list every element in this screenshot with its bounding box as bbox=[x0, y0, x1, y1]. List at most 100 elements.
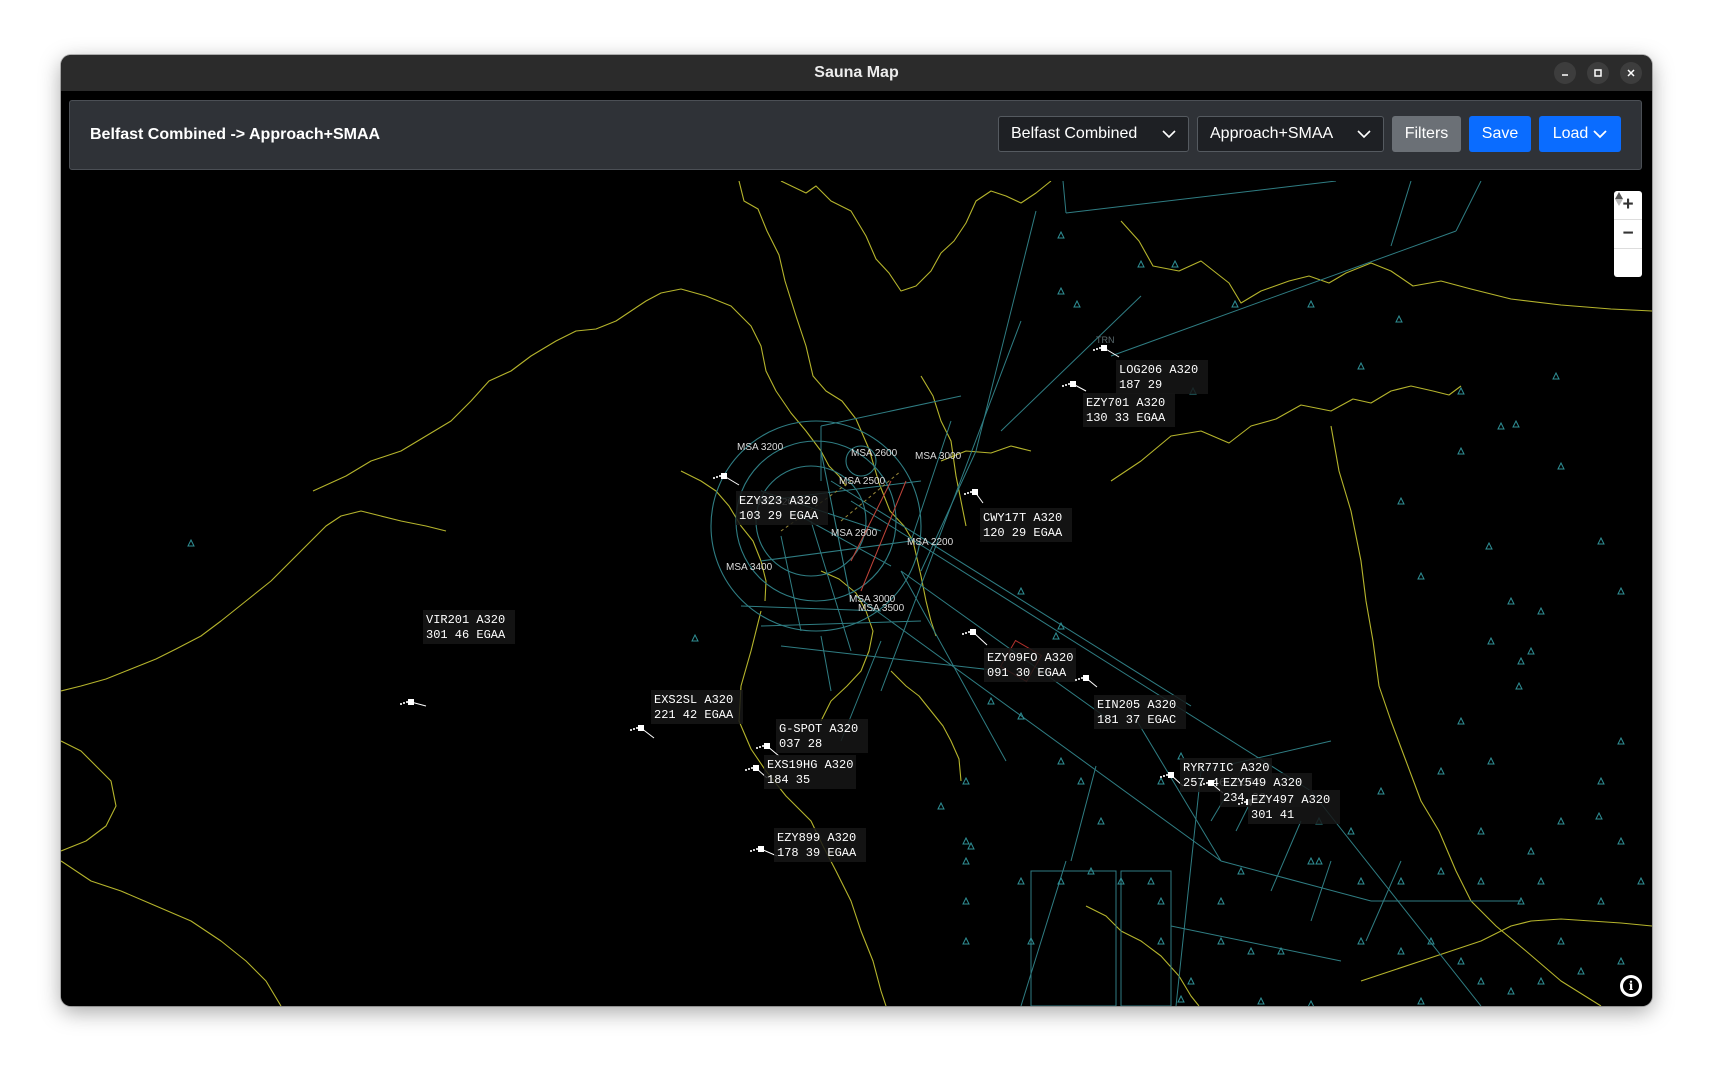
airway bbox=[900, 570, 1112, 722]
history-dot bbox=[1062, 385, 1064, 387]
msa-label: MSA 2800 bbox=[831, 528, 878, 539]
aircraft-data: 184 35 bbox=[767, 773, 810, 787]
aircraft-ezy497[interactable]: EZY497 A320301 41 bbox=[1238, 790, 1340, 824]
aircraft-exs2sl[interactable]: EXS2SL A320221 42 EGAA bbox=[630, 690, 743, 739]
sector-select[interactable]: Belfast Combined bbox=[998, 116, 1189, 152]
aircraft-ezy09fo[interactable]: EZY09FO A320091 30 EGAA bbox=[962, 629, 1076, 682]
airway bbox=[1270, 820, 1302, 892]
history-dot bbox=[716, 476, 718, 478]
fix-triangle bbox=[1217, 896, 1225, 905]
aircraft-cwy17t[interactable]: CWY17T A320120 29 EGAA bbox=[964, 489, 1072, 542]
save-button[interactable]: Save bbox=[1469, 116, 1531, 152]
aircraft-ezy899[interactable]: EZY899 A320178 39 EGAA bbox=[750, 828, 866, 862]
profile-select[interactable]: Approach+SMAA bbox=[1197, 116, 1384, 152]
fix-triangle bbox=[1307, 856, 1315, 865]
aircraft-ein205[interactable]: EIN205 A320181 37 EGAC bbox=[1075, 675, 1186, 729]
fix-triangle bbox=[1097, 816, 1105, 825]
sector-select-value: Belfast Combined bbox=[1011, 125, 1138, 142]
fix-triangle bbox=[1507, 596, 1515, 605]
chevron-down-icon bbox=[1162, 129, 1176, 138]
aircraft-g-spot[interactable]: G-SPOT A320037 28 bbox=[756, 719, 868, 757]
fix-triangle bbox=[1637, 876, 1645, 885]
fix-triangle bbox=[1395, 314, 1403, 323]
fix-triangle bbox=[1597, 536, 1605, 545]
filters-button[interactable]: Filters bbox=[1392, 116, 1461, 152]
fix-triangle bbox=[1457, 716, 1465, 725]
fixes bbox=[187, 230, 1645, 1006]
fix-triangle bbox=[1397, 496, 1405, 505]
fix-triangle bbox=[1597, 776, 1605, 785]
radar-map[interactable]: TRN MSA 3200 MSA 2600 MSA 3000 MSA 2500 MSA … bbox=[61, 181, 1652, 1006]
fix-triangle bbox=[962, 856, 970, 865]
fix-triangle bbox=[1457, 956, 1465, 965]
fix-triangle bbox=[962, 776, 970, 785]
history-dot bbox=[965, 632, 967, 634]
maximize-button[interactable] bbox=[1587, 62, 1609, 84]
fix-triangle bbox=[1552, 371, 1560, 380]
load-button-label: Load bbox=[1552, 125, 1589, 142]
aircraft-callsign: EXS19HG A320 bbox=[767, 758, 853, 772]
fix-triangle bbox=[1437, 866, 1445, 875]
fix-triangle bbox=[1485, 541, 1493, 550]
aircraft-callsign: RYR77IC A320 bbox=[1183, 761, 1269, 775]
fix-triangle bbox=[1577, 966, 1585, 975]
history-dot bbox=[1160, 776, 1162, 778]
aircraft-ezy323[interactable]: EZY323 A320103 29 EGAA bbox=[713, 473, 828, 525]
fix-triangle bbox=[1507, 986, 1515, 995]
history-dot bbox=[719, 475, 721, 477]
airway bbox=[1062, 181, 1067, 214]
fix-triangle bbox=[1477, 826, 1485, 835]
history-dot bbox=[759, 746, 761, 748]
history-dot bbox=[753, 849, 755, 851]
reset-bearing-button[interactable] bbox=[1614, 192, 1642, 277]
compass-icon bbox=[1615, 192, 1623, 206]
fix-triangle bbox=[1417, 996, 1425, 1005]
airway bbox=[1070, 765, 1097, 862]
fix-triangle bbox=[1617, 956, 1625, 965]
aircraft-callsign: G-SPOT A320 bbox=[779, 722, 858, 736]
history-dot bbox=[713, 477, 715, 479]
fix-triangle bbox=[1487, 636, 1495, 645]
close-button[interactable] bbox=[1620, 62, 1642, 84]
history-dot bbox=[630, 729, 632, 731]
history-dot bbox=[968, 631, 970, 633]
fix-triangle bbox=[1497, 421, 1505, 430]
coastline-isle-of-man bbox=[1085, 905, 1200, 1006]
history-dot bbox=[748, 768, 750, 770]
aircraft-data: 301 41 bbox=[1251, 808, 1294, 822]
aircraft-callsign: EZY549 A320 bbox=[1223, 776, 1302, 790]
aircraft-data: 181 37 EGAC bbox=[1097, 713, 1176, 727]
minimize-button[interactable] bbox=[1554, 62, 1576, 84]
fix-triangle bbox=[1057, 756, 1065, 765]
fix-triangle bbox=[987, 696, 995, 705]
restricted-area bbox=[1030, 870, 1117, 1006]
history-dot bbox=[636, 727, 638, 729]
fix-triangle bbox=[1377, 786, 1385, 795]
history-dot bbox=[1065, 384, 1067, 386]
coastline-donegal bbox=[61, 510, 447, 692]
toolbar-controls: Belfast Combined Approach+SMAA Filters S… bbox=[998, 116, 1621, 152]
aircraft-log206[interactable]: LOG206 A320187 29 bbox=[1093, 345, 1208, 394]
fix-triangle bbox=[1315, 856, 1323, 865]
aircraft-exs19hg[interactable]: EXS19HG A320184 35 bbox=[745, 755, 856, 789]
msa-label: MSA 2500 bbox=[839, 476, 886, 487]
zoom-out-button[interactable]: − bbox=[1614, 220, 1642, 249]
fix-triangle bbox=[1017, 876, 1025, 885]
history-dot bbox=[1099, 347, 1101, 349]
airway bbox=[1455, 181, 1482, 232]
fix-triangle bbox=[1157, 776, 1165, 785]
airway bbox=[880, 320, 1022, 692]
map-canvas[interactable]: TRN MSA 3200 MSA 2600 MSA 3000 MSA 2500 MSA … bbox=[61, 181, 1652, 1006]
aircraft-callsign: EZY09FO A320 bbox=[987, 651, 1073, 665]
fix-triangle bbox=[1357, 936, 1365, 945]
history-dot bbox=[750, 850, 752, 852]
aircraft-vir201[interactable]: VIR201 A320301 46 EGAA bbox=[400, 610, 515, 707]
history-dot bbox=[406, 701, 408, 703]
aircraft-callsign: EZY701 A320 bbox=[1086, 396, 1165, 410]
fix-triangle bbox=[1537, 976, 1545, 985]
coastline-northern-ireland bbox=[738, 610, 887, 1006]
coastline-ni-north bbox=[312, 288, 847, 492]
load-button[interactable]: Load bbox=[1539, 116, 1621, 152]
history-dot bbox=[751, 767, 753, 769]
info-button[interactable]: i bbox=[1620, 975, 1642, 997]
